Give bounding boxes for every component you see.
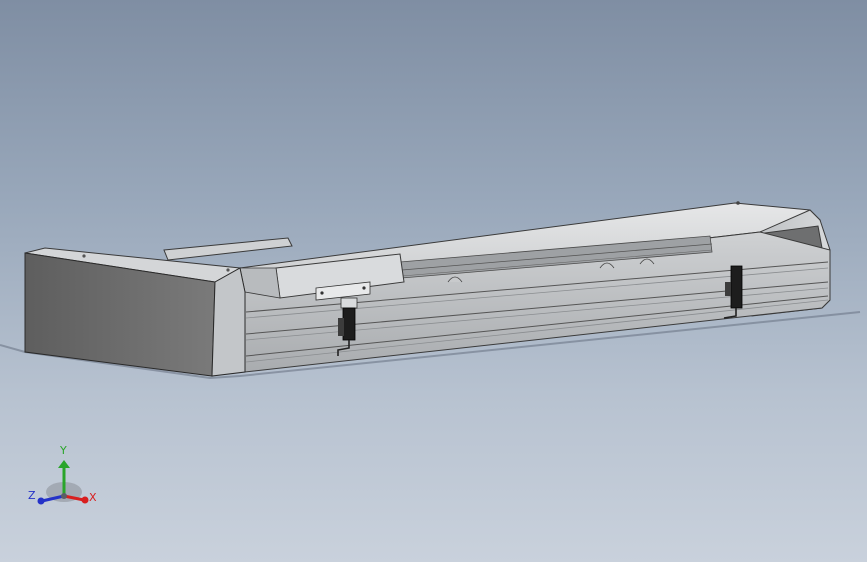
y-axis-arrow xyxy=(58,460,70,468)
end-cap-screw-1 xyxy=(82,254,86,258)
sensor-left-bracket xyxy=(338,318,344,336)
x-axis-label: X xyxy=(89,491,97,504)
z-axis-tip xyxy=(37,497,45,505)
carriage-bolt-2 xyxy=(362,286,366,290)
x-axis-tip xyxy=(81,496,89,504)
left-end-cap-side xyxy=(211,267,246,377)
orientation-triad: Y X Z xyxy=(26,440,106,510)
rail-bolt xyxy=(736,201,740,205)
carriage-bolt-1 xyxy=(320,291,324,295)
sensor-right-head xyxy=(730,265,743,309)
z-axis-label: Z xyxy=(28,489,36,502)
end-cap-screw-2 xyxy=(226,268,230,272)
triad-origin xyxy=(61,493,67,499)
sensor-right-bracket xyxy=(725,282,731,296)
mounting-plate xyxy=(163,237,293,261)
cad-viewport[interactable]: Y X Z xyxy=(0,0,867,562)
sensor-left-body xyxy=(340,297,358,309)
y-axis-label: Y xyxy=(59,444,67,457)
sensor-left-head xyxy=(342,307,356,341)
linear-actuator-model[interactable] xyxy=(0,0,867,562)
